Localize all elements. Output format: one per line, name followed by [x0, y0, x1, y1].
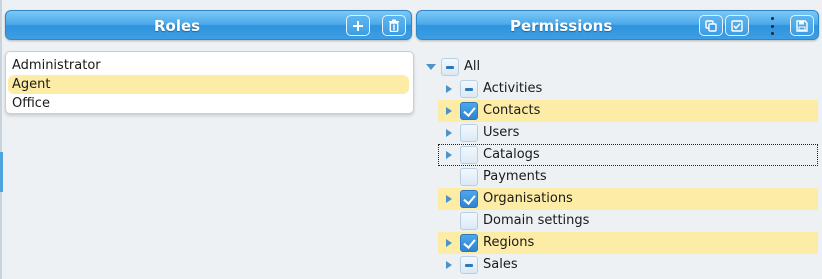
tree-label-domain-settings: Domain settings — [483, 213, 590, 228]
tree-row-activities[interactable]: Activities — [420, 78, 820, 100]
expand-arrow-icon[interactable] — [446, 85, 452, 93]
tree-label-catalogs: Catalogs — [483, 147, 540, 162]
checkbox-all[interactable] — [441, 58, 459, 76]
expand-arrow-icon[interactable] — [446, 151, 452, 159]
roles-title: Roles — [154, 17, 201, 35]
tree-label-all: All — [464, 59, 481, 74]
tree-row-catalogs[interactable]: Catalogs — [420, 144, 820, 166]
checkbox-regions[interactable] — [460, 234, 478, 252]
checkbox-payments[interactable] — [460, 168, 478, 186]
collapse-arrow-icon[interactable] — [426, 64, 436, 70]
more-vert-icon[interactable] — [767, 17, 777, 35]
permissions-header: Permissions — [416, 10, 819, 40]
add-role-button[interactable] — [346, 15, 370, 36]
roles-list: Administrator Agent Office — [5, 51, 414, 114]
tree-label-organisations: Organisations — [483, 191, 573, 206]
checkbox-activities[interactable] — [460, 80, 478, 98]
tree-row-domain-settings[interactable]: Domain settings — [420, 210, 820, 232]
expand-arrow-icon[interactable] — [446, 129, 452, 137]
check-all-icon — [731, 19, 743, 32]
trash-icon — [389, 19, 399, 32]
checkbox-organisations[interactable] — [460, 190, 478, 208]
copy-button[interactable] — [699, 15, 723, 36]
tree-label-payments: Payments — [483, 169, 547, 184]
roles-header: Roles — [5, 10, 412, 40]
role-item-administrator[interactable]: Administrator — [8, 56, 409, 75]
role-item-office[interactable]: Office — [8, 94, 409, 113]
tree-row-users[interactable]: Users — [420, 122, 820, 144]
save-icon — [796, 19, 808, 32]
copy-icon — [705, 19, 717, 32]
checkbox-catalogs[interactable] — [460, 146, 478, 164]
expand-arrow-icon[interactable] — [446, 107, 452, 115]
tree-row-contacts[interactable]: Contacts — [438, 100, 818, 122]
plus-icon — [353, 20, 363, 31]
left-edge-border — [0, 0, 2, 279]
tree-row-sales[interactable]: Sales — [420, 254, 820, 276]
check-all-button[interactable] — [725, 15, 749, 36]
expand-arrow-icon[interactable] — [446, 261, 452, 269]
save-button[interactable] — [790, 15, 814, 36]
expand-arrow-icon[interactable] — [446, 195, 452, 203]
role-item-agent[interactable]: Agent — [8, 75, 409, 94]
tree-label-users: Users — [483, 125, 520, 140]
checkbox-sales[interactable] — [460, 256, 478, 274]
checkbox-contacts[interactable] — [460, 102, 478, 120]
tree-row-all[interactable]: All — [420, 56, 820, 78]
left-edge-marker — [0, 152, 3, 192]
tree-row-regions[interactable]: Regions — [438, 232, 818, 254]
tree-label-activities: Activities — [483, 81, 543, 96]
tree-label-regions: Regions — [483, 235, 535, 250]
permissions-title: Permissions — [510, 17, 613, 35]
tree-label-sales: Sales — [483, 257, 518, 272]
tree-row-payments[interactable]: Payments — [420, 166, 820, 188]
expand-arrow-icon[interactable] — [446, 239, 452, 247]
delete-role-button[interactable] — [382, 15, 406, 36]
checkbox-domain-settings[interactable] — [460, 212, 478, 230]
tree-row-organisations[interactable]: Organisations — [438, 188, 818, 210]
tree-label-contacts: Contacts — [483, 103, 541, 118]
checkbox-users[interactable] — [460, 124, 478, 142]
